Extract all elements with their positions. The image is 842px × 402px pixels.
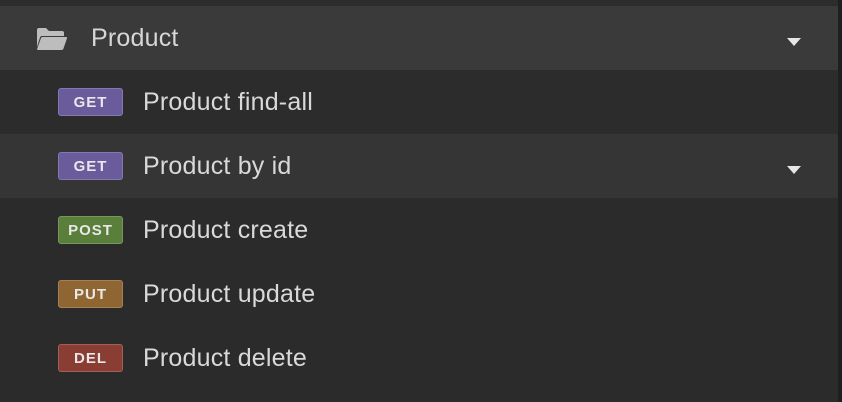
chevron-down-icon[interactable] [786,162,802,174]
request-item-product-delete[interactable]: DEL Product delete [0,326,838,390]
request-label: Product by id [143,152,292,180]
method-badge-post: POST [58,216,123,244]
request-item-product-find-all[interactable]: GET Product find-all [0,70,838,134]
scroll-edge [838,0,842,402]
request-item-product-create[interactable]: POST Product create [0,198,838,262]
request-label: Product create [143,216,309,244]
request-label: Product delete [143,344,308,372]
request-item-product-by-id[interactable]: GET Product by id [0,134,838,198]
folder-open-icon [36,27,68,51]
request-label: Product find-all [143,88,313,116]
folder-label: Product [91,24,179,52]
method-badge-put: PUT [58,280,123,308]
request-label: Product update [143,280,316,308]
method-badge-get: GET [58,152,123,180]
request-item-product-update[interactable]: PUT Product update [0,262,838,326]
chevron-down-icon[interactable] [786,34,802,46]
method-badge-get: GET [58,88,123,116]
folder-product[interactable]: Product [0,6,838,70]
method-badge-del: DEL [58,344,123,372]
request-tree-panel: Product GET Product find-all GET Product… [0,0,842,402]
